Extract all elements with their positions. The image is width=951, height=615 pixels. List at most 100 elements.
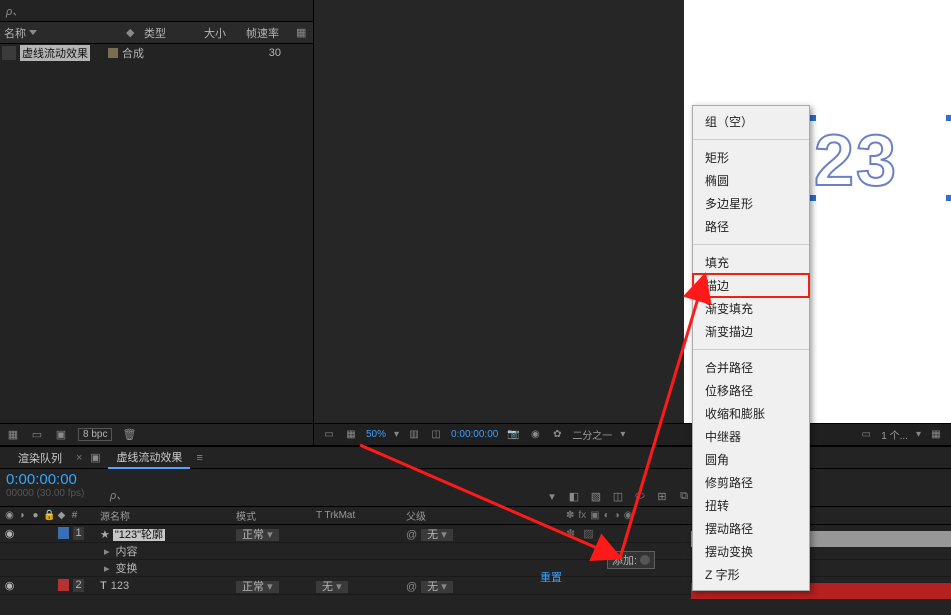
project-item-name: 虚线流动效果 — [20, 45, 90, 61]
fx-col-icon[interactable]: fx — [578, 510, 586, 521]
tab-comp[interactable]: 虚线流动效果 — [108, 447, 190, 469]
layer-name[interactable]: "123"轮廓 — [113, 529, 165, 541]
menu-zigzag[interactable]: Z 字形 — [693, 563, 809, 586]
menu-polystar[interactable]: 多边星形 — [693, 192, 809, 215]
menu-round-corners[interactable]: 圆角 — [693, 448, 809, 471]
layer-label[interactable] — [58, 579, 69, 591]
av-eye-icon[interactable]: ◉ — [4, 510, 15, 521]
label-swatch — [108, 48, 118, 58]
labels-icon[interactable]: ▦ — [296, 26, 306, 39]
shy-col-icon[interactable]: ✽ — [566, 510, 574, 521]
camera-icon[interactable]: ▦ — [929, 428, 943, 442]
roi-icon[interactable]: ▭ — [322, 428, 336, 442]
selection-handle[interactable] — [946, 115, 951, 121]
new-comp-icon[interactable]: ▣ — [54, 428, 68, 442]
trash-icon[interactable]: 🗑 — [122, 428, 136, 442]
col-name[interactable]: 名称 — [4, 25, 26, 41]
context-menu: 组（空） 矩形 椭圆 多边星形 路径 填充 描边 渐变填充 渐变描边 合并路径 … — [692, 105, 810, 591]
col-trkmat[interactable]: T TrkMat — [316, 510, 406, 521]
project-item[interactable]: 虚线流动效果 合成 30 — [0, 44, 313, 62]
tab-render-queue[interactable]: 渲染队列 — [10, 448, 70, 468]
interp-icon[interactable]: ▦ — [6, 428, 20, 442]
menu-wiggle-paths[interactable]: 摆动路径 — [693, 517, 809, 540]
menu-rectangle[interactable]: 矩形 — [693, 146, 809, 169]
menu-wiggle-transform[interactable]: 摆动变换 — [693, 540, 809, 563]
parent-dropdown[interactable]: 无 ▾ — [421, 529, 453, 541]
folder-icon[interactable]: ▭ — [30, 428, 44, 442]
frame-blend-icon[interactable]: ◫ — [611, 489, 625, 503]
lock-icon[interactable]: 🔒 — [43, 510, 54, 521]
pickwhip-icon[interactable]: @ — [406, 529, 417, 541]
col-source[interactable]: 源名称 — [96, 508, 236, 523]
menu-twist[interactable]: 扭转 — [693, 494, 809, 517]
col-size[interactable]: 大小 — [200, 25, 242, 41]
twirl-icon[interactable]: ▸ — [104, 545, 110, 558]
twirl-icon[interactable]: ▸ — [104, 562, 110, 575]
resolution-dropdown[interactable]: 二分之一 — [572, 427, 612, 442]
shape-text-123[interactable]: 23 — [814, 120, 898, 202]
selection-handle[interactable] — [810, 115, 816, 121]
chevron-down-icon: ▾ — [620, 429, 625, 440]
label-icon[interactable]: ◆ — [56, 510, 67, 521]
graph-icon[interactable]: ⊞ — [655, 489, 669, 503]
shy-icon[interactable]: ▾ — [545, 489, 559, 503]
mask-icon[interactable]: ◫ — [429, 428, 443, 442]
parent-dropdown[interactable]: 无 ▾ — [421, 581, 453, 593]
contents-label: 内容 — [116, 543, 138, 559]
menu-merge-paths[interactable]: 合并路径 — [693, 356, 809, 379]
blend-mode[interactable]: 正常 ▾ — [236, 581, 279, 593]
project-search[interactable]: ρ、 — [0, 0, 313, 22]
channel-icon[interactable]: ◉ — [528, 428, 542, 442]
sort-icon[interactable] — [29, 30, 37, 35]
draft3d-icon[interactable]: ▧ — [589, 489, 603, 503]
menu-stroke[interactable]: 描边 — [693, 274, 809, 297]
blend-mode[interactable]: 正常 ▾ — [236, 529, 279, 541]
transparency-icon[interactable]: ▥ — [407, 428, 421, 442]
add-menu-button[interactable]: 添加: — [607, 551, 655, 569]
grid-icon[interactable]: ▦ — [344, 428, 358, 442]
view-layout-icon[interactable]: ▭ — [859, 428, 873, 442]
timeline-timecode[interactable]: 0:00:00:00 — [6, 471, 104, 488]
menu-ellipse[interactable]: 椭圆 — [693, 169, 809, 192]
col-type[interactable]: 类型 — [140, 25, 200, 41]
pickwhip-icon[interactable]: @ — [406, 581, 417, 593]
trkmat-dropdown[interactable]: 无 ▾ — [316, 581, 348, 593]
menu-offset-paths[interactable]: 位移路径 — [693, 379, 809, 402]
menu-repeater[interactable]: 中继器 — [693, 425, 809, 448]
menu-path[interactable]: 路径 — [693, 215, 809, 238]
menu-fill[interactable]: 填充 — [693, 251, 809, 274]
tag-icon[interactable]: ◆ — [126, 26, 134, 39]
menu-gradient-fill[interactable]: 渐变填充 — [693, 297, 809, 320]
col-parent[interactable]: 父级 — [406, 508, 566, 523]
eye-toggle[interactable]: ◉ — [4, 579, 15, 592]
layer-label[interactable] — [58, 527, 69, 539]
selection-handle[interactable] — [810, 195, 816, 201]
col-fps[interactable]: 帧速率 — [242, 25, 292, 41]
transform-label: 变换 — [116, 560, 138, 576]
brainstorm-icon[interactable]: ⧉ — [677, 489, 691, 503]
layer-name[interactable]: 123 — [111, 580, 129, 592]
col-mode[interactable]: 模式 — [236, 508, 316, 523]
selection-handle[interactable] — [946, 195, 951, 201]
arrow-circle-icon — [640, 555, 650, 565]
av-speaker-icon[interactable]: ◗ — [17, 510, 28, 521]
reset-link[interactable]: 重置 — [540, 569, 562, 585]
solo-icon[interactable]: ● — [30, 510, 41, 521]
menu-pucker-bloat[interactable]: 收缩和膨胀 — [693, 402, 809, 425]
bpc-toggle[interactable]: 8 bpc — [78, 428, 112, 441]
comp-timecode[interactable]: 0:00:00:00 — [451, 429, 498, 440]
view-count-dropdown[interactable]: 1 个... — [881, 427, 908, 442]
shy-icon[interactable]: ◧ — [567, 489, 581, 503]
search-icon[interactable]: ρ、 — [110, 487, 127, 503]
close-icon[interactable]: × — [76, 452, 82, 464]
color-mgmt-icon[interactable]: ✿ — [550, 428, 564, 442]
panel-menu-icon[interactable]: ≡ — [196, 452, 202, 464]
menu-gradient-stroke[interactable]: 渐变描边 — [693, 320, 809, 343]
menu-group-empty[interactable]: 组（空） — [693, 110, 809, 133]
zoom-dropdown[interactable]: 50% — [366, 429, 386, 440]
chevron-down-icon: ▾ — [394, 429, 399, 440]
menu-trim-paths[interactable]: 修剪路径 — [693, 471, 809, 494]
eye-toggle[interactable]: ◉ — [4, 527, 15, 540]
snapshot-icon[interactable]: 📷 — [506, 428, 520, 442]
motion-blur-icon[interactable]: ⬭ — [633, 489, 647, 503]
